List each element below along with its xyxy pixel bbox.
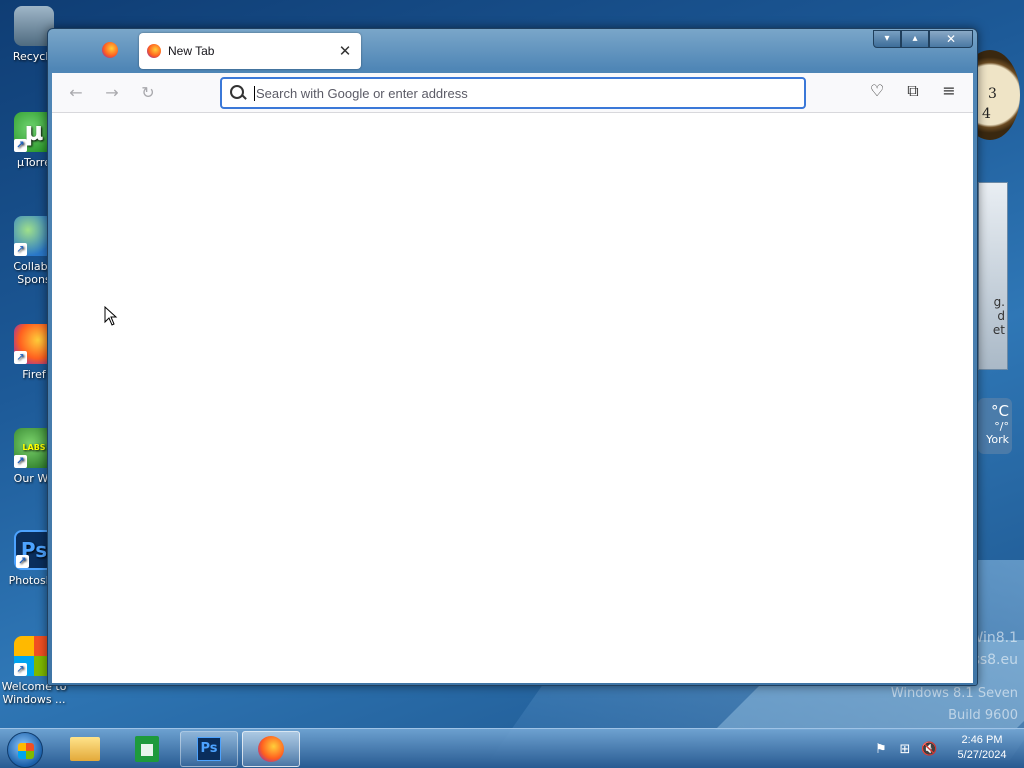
- menu-button[interactable]: ≡: [938, 81, 960, 100]
- extensions-button[interactable]: ⧉: [902, 81, 924, 101]
- taskbar-app-explorer[interactable]: [56, 731, 114, 767]
- shortcut-arrow-icon: ↗: [14, 243, 27, 256]
- taskbar: Ps ⚑ ⊞ 🔇 2:46 PM 5/27/2024: [0, 728, 1024, 768]
- shortcut-arrow-icon: ↗: [14, 351, 27, 364]
- watermark-line: Windows 8.1 Seven: [890, 686, 1018, 701]
- shortcut-arrow-icon: ↗: [16, 555, 29, 568]
- maximize-button[interactable]: ▴: [901, 30, 929, 48]
- browser-window: ▾ ▴ ✕ New Tab ✕ ← → ↻ ♡ ⧉ ≡: [47, 28, 978, 686]
- firefox-icon: [147, 44, 161, 58]
- watermark-line: ss8.eu: [972, 652, 1018, 668]
- clock-date: 5/27/2024: [957, 749, 1007, 761]
- weather-city: York: [986, 433, 1009, 446]
- network-icon[interactable]: ⊞: [897, 742, 913, 757]
- firefox-icon: [258, 736, 284, 762]
- action-center-flag-icon[interactable]: ⚑: [873, 742, 889, 757]
- firefox-view-icon[interactable]: [102, 42, 118, 58]
- navigation-toolbar: ← → ↻ ♡ ⧉ ≡: [52, 73, 973, 113]
- close-tab-icon[interactable]: ✕: [337, 42, 353, 60]
- side-gadget-panel[interactable]: g. d et: [978, 182, 1008, 370]
- shortcut-arrow-icon: ↗: [14, 139, 27, 152]
- url-bar[interactable]: [220, 77, 806, 109]
- forward-button[interactable]: →: [102, 83, 122, 102]
- folder-icon: [70, 737, 100, 761]
- clock-time: 2:46 PM: [961, 734, 1003, 746]
- page-content[interactable]: [52, 113, 973, 683]
- minimize-button[interactable]: ▾: [873, 30, 901, 48]
- weather-range: °/°: [994, 420, 1009, 433]
- start-button[interactable]: [7, 732, 43, 768]
- search-icon: [228, 83, 248, 103]
- weather-gadget[interactable]: °C °/° York: [978, 398, 1012, 454]
- weather-temp: °C: [991, 402, 1009, 420]
- tab-new-tab[interactable]: New Tab ✕: [139, 33, 361, 69]
- shortcut-arrow-icon: ↗: [14, 663, 27, 676]
- volume-muted-icon[interactable]: 🔇: [921, 742, 937, 757]
- taskbar-app-photoshop[interactable]: Ps: [180, 731, 238, 767]
- taskbar-app-firefox[interactable]: [242, 731, 300, 767]
- reload-button[interactable]: ↻: [138, 83, 158, 102]
- close-window-button[interactable]: ✕: [929, 30, 973, 48]
- address-input[interactable]: [256, 85, 804, 101]
- store-icon: [135, 736, 159, 762]
- clock-numeral: 3: [988, 86, 997, 102]
- clock-numeral: 4: [982, 106, 991, 122]
- taskbar-clock[interactable]: 2:46 PM 5/27/2024: [944, 733, 1020, 763]
- photoshop-icon: Ps: [197, 737, 221, 761]
- pocket-button[interactable]: ♡: [866, 81, 888, 100]
- text-caret: [254, 85, 255, 101]
- shortcut-arrow-icon: ↗: [14, 455, 27, 468]
- back-button[interactable]: ←: [66, 83, 86, 102]
- gadget-panel-text: g. d et: [992, 295, 1005, 337]
- tab-title: New Tab: [168, 44, 215, 58]
- window-controls: ▾ ▴ ✕: [873, 30, 973, 48]
- watermark-line: Build 9600: [948, 708, 1018, 723]
- taskbar-app-store[interactable]: [118, 731, 176, 767]
